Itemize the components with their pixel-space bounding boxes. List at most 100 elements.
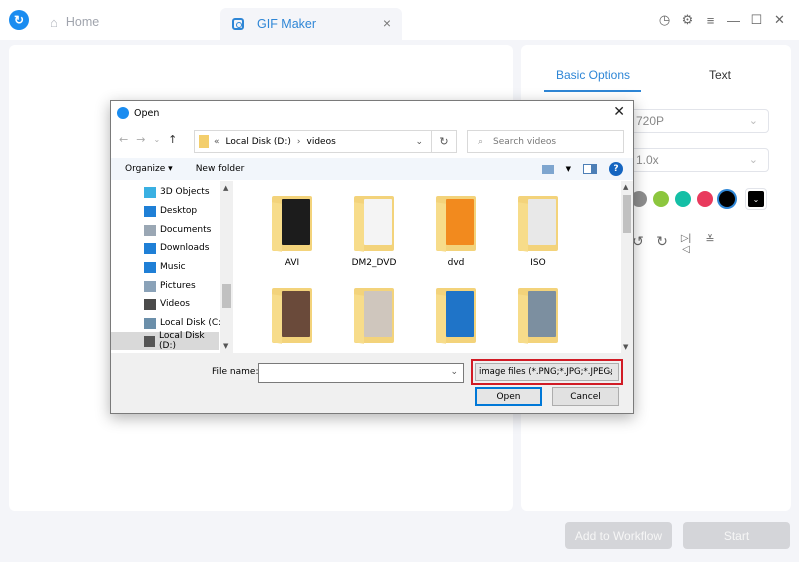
scroll-down-icon[interactable]: ▼: [223, 342, 228, 350]
preview-pane-icon[interactable]: [583, 164, 597, 174]
tab-home-label: Home: [65, 15, 100, 29]
folder-item[interactable]: dvd: [421, 193, 491, 268]
chevron-down-icon[interactable]: ⌄: [415, 137, 423, 147]
dialog-toolbar: Organize ▾ New folder ▼ ?: [111, 158, 633, 180]
settings-icon[interactable]: ⚙: [676, 10, 699, 30]
folder-item[interactable]: DM2_DVD: [339, 193, 409, 268]
folder-item[interactable]: [503, 285, 573, 350]
flip-horizontal-icon[interactable]: ▷|◁: [679, 233, 693, 255]
color-swatch-pink[interactable]: [697, 191, 713, 207]
nav-item-documents[interactable]: Documents: [144, 221, 211, 239]
refresh-icon: ↻: [439, 135, 449, 148]
file-list-scrollbar[interactable]: ▲ ▼: [621, 181, 633, 353]
folder-icon: [269, 285, 315, 345]
up-icon[interactable]: ↑: [168, 133, 177, 146]
chevron-down-icon[interactable]: ⌄: [450, 367, 458, 377]
documents-icon: [144, 224, 156, 236]
folder-item[interactable]: ISO: [503, 193, 573, 268]
nav-item-pictures[interactable]: Pictures: [144, 277, 196, 295]
close-icon[interactable]: ✕: [768, 10, 791, 30]
navigation-pane: 3D Objects Desktop Documents Downloads M…: [111, 181, 233, 353]
transform-tools: ↺ ↻ ▷|◁ ≚: [631, 233, 717, 255]
tab-close-icon[interactable]: ×: [383, 15, 391, 31]
breadcrumb-separator: ›: [296, 136, 301, 147]
folder-icon: [199, 135, 209, 148]
nav-item-downloads[interactable]: Downloads: [144, 239, 209, 257]
nav-item-local-disk-c[interactable]: Local Disk (C:): [144, 314, 225, 332]
nav-item-desktop[interactable]: Desktop: [144, 202, 197, 220]
folder-label: ISO: [530, 258, 546, 268]
nav-item-label: Local Disk (C:): [160, 318, 225, 328]
nav-item-local-disk-d[interactable]: Local Disk (D:): [111, 331, 219, 351]
active-tab-indicator: [544, 90, 641, 92]
scrollbar-thumb[interactable]: [222, 284, 231, 308]
minimize-icon[interactable]: —: [722, 10, 745, 30]
folder-icon: [351, 193, 397, 253]
forward-icon[interactable]: →: [136, 133, 145, 146]
nav-item-videos[interactable]: Videos: [144, 295, 190, 313]
address-bar[interactable]: « Local Disk (D:) › videos ⌄: [194, 130, 432, 153]
tab-gif-maker-label: GIF Maker: [257, 17, 317, 31]
dialog-title-bar: Open: [117, 107, 159, 119]
chevron-down-icon: ⌄: [748, 154, 758, 166]
breadcrumb-videos[interactable]: videos: [307, 137, 336, 147]
breadcrumb-overflow[interactable]: «: [214, 137, 220, 147]
flip-vertical-icon[interactable]: ≚: [703, 233, 717, 255]
color-swatch-teal[interactable]: [675, 191, 691, 207]
folder-item[interactable]: [421, 285, 491, 350]
resolution-value: 720P: [636, 114, 665, 128]
breadcrumb-local-disk-d[interactable]: Local Disk (D:): [226, 137, 291, 147]
color-swatch-black[interactable]: [719, 191, 735, 207]
folder-item[interactable]: AVI: [257, 193, 327, 268]
maximize-icon[interactable]: ☐: [745, 10, 768, 30]
add-to-workflow-button[interactable]: Add to Workflow: [565, 522, 672, 549]
nav-pane-scrollbar[interactable]: ▲ ▼: [220, 181, 233, 353]
file-name-input[interactable]: ⌄: [258, 363, 464, 383]
navigation-buttons: ← → ⌄ ↑: [119, 133, 177, 146]
nav-item-label: Pictures: [160, 281, 196, 291]
help-icon[interactable]: ?: [609, 162, 623, 176]
tab-text[interactable]: Text: [709, 68, 731, 82]
new-folder-button[interactable]: New folder: [196, 164, 245, 174]
folder-icon: [433, 285, 479, 345]
color-picker-dropdown[interactable]: ⌄: [745, 188, 767, 210]
dialog-close-icon[interactable]: ✕: [613, 104, 625, 120]
folder-item[interactable]: [339, 285, 409, 350]
change-view-icon[interactable]: [541, 164, 554, 174]
color-swatch-green[interactable]: [653, 191, 669, 207]
scrollbar-thumb[interactable]: [623, 195, 631, 233]
view-dropdown-icon[interactable]: ▼: [566, 165, 571, 173]
tab-home[interactable]: ⌂ Home: [50, 12, 99, 32]
file-type-select[interactable]: image files (*.PNG;*.JPG;*.JPEG; ⌄: [471, 359, 623, 385]
scroll-up-icon[interactable]: ▲: [623, 183, 628, 191]
start-button[interactable]: Start: [683, 522, 790, 549]
menu-icon[interactable]: ≡: [699, 10, 722, 30]
back-icon[interactable]: ←: [119, 133, 128, 146]
recent-locations-icon[interactable]: ⌄: [153, 135, 160, 144]
folder-icon: [433, 193, 479, 253]
history-icon[interactable]: ◷: [653, 10, 676, 30]
file-type-value: image files (*.PNG;*.JPG;*.JPEG;: [479, 367, 613, 377]
scroll-up-icon[interactable]: ▲: [223, 184, 228, 192]
desktop-icon: [144, 205, 156, 217]
search-placeholder: Search videos: [493, 136, 557, 147]
organize-menu[interactable]: Organize ▾: [125, 164, 173, 174]
folder-item[interactable]: [257, 285, 327, 350]
scroll-down-icon[interactable]: ▼: [623, 343, 628, 351]
cancel-button[interactable]: Cancel: [552, 387, 619, 406]
nav-item-3d-objects[interactable]: 3D Objects: [144, 183, 210, 201]
music-icon: [144, 261, 156, 273]
resolution-select[interactable]: 720P ⌄: [629, 109, 769, 133]
refresh-button[interactable]: ↻: [432, 130, 457, 153]
tab-basic-options[interactable]: Basic Options: [556, 68, 630, 82]
open-button[interactable]: Open: [475, 387, 542, 406]
search-input[interactable]: ⌕ Search videos: [467, 130, 624, 153]
nav-item-music[interactable]: Music: [144, 258, 186, 276]
folder-label: dvd: [447, 258, 465, 268]
speed-select[interactable]: 1.0x ⌄: [629, 148, 769, 172]
nav-item-label: Downloads: [160, 243, 210, 253]
open-file-dialog: Open ✕ ← → ⌄ ↑ « Local Disk (D:) › video…: [110, 100, 634, 414]
tab-gif-maker[interactable]: GIF Maker ×: [220, 8, 402, 40]
rotate-right-icon[interactable]: ↻: [655, 233, 669, 255]
app-logo-icon: ↻: [9, 10, 29, 30]
